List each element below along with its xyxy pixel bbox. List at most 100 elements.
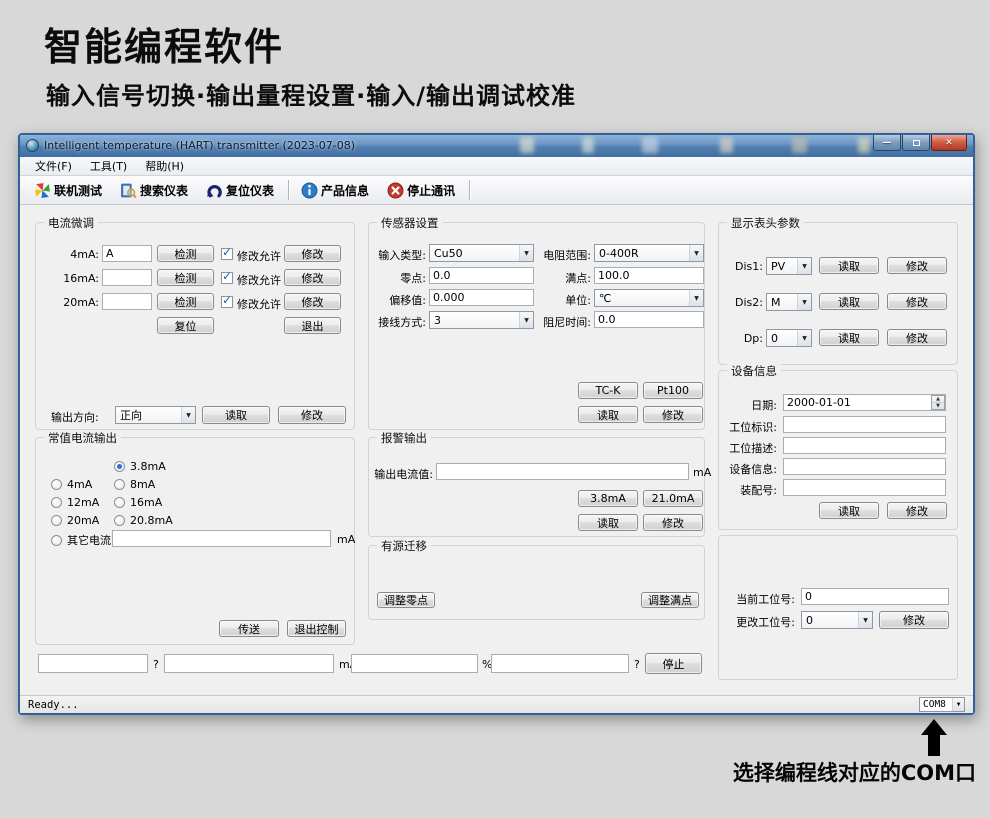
radio-16ma[interactable]: 16mA — [114, 496, 162, 509]
sensor-modify-button[interactable]: 修改 — [643, 406, 703, 423]
trim-16ma-input[interactable] — [102, 269, 152, 286]
radio-20-8ma[interactable]: 20.8mA — [114, 514, 173, 527]
spin-down-icon[interactable]: ▼ — [932, 402, 944, 409]
online-test-button[interactable]: 联机测试 — [28, 180, 108, 201]
com-port-select[interactable]: COM8 ▼ — [919, 697, 965, 712]
trim-16ma-allow-label: 修改允许 — [237, 272, 281, 288]
tag-input[interactable] — [783, 416, 946, 433]
trim-20ma-label: 20mA: — [44, 296, 99, 309]
minimize-button[interactable]: — — [873, 135, 901, 151]
station-panel: 当前工位号: 更改工位号: 0 ▼ 修改 — [718, 535, 958, 680]
unit-select[interactable]: ℃ ▼ — [594, 289, 704, 307]
chevron-down-icon: ▼ — [952, 698, 964, 711]
device-info-input[interactable] — [783, 458, 946, 475]
trim-20ma-input[interactable] — [102, 293, 152, 310]
zero-point-input[interactable] — [429, 267, 534, 284]
trim-reset-button[interactable]: 复位 — [157, 317, 214, 334]
input-type-select[interactable]: Cu50 ▼ — [429, 244, 534, 262]
radio-12ma[interactable]: 12mA — [51, 496, 99, 509]
output-direction-select[interactable]: 正向 ▼ — [115, 406, 196, 424]
stop-button[interactable]: 停止 — [645, 653, 702, 674]
station-modify-button[interactable]: 修改 — [879, 611, 949, 629]
maximize-button[interactable] — [902, 135, 930, 151]
menu-help[interactable]: 帮助(H) — [136, 156, 193, 176]
resistance-range-value: 0-400R — [599, 247, 639, 260]
damping-label: 阻尼时间: — [537, 314, 591, 330]
alarm-read-button[interactable]: 读取 — [578, 514, 638, 531]
trim-exit-button[interactable]: 退出 — [284, 317, 341, 334]
dp-select[interactable]: 0 ▼ — [766, 329, 812, 347]
alarm-current-input[interactable] — [436, 463, 689, 480]
trim-4ma-allow-checkbox[interactable]: ✓ — [221, 248, 233, 260]
tag-label: 工位标识: — [719, 419, 777, 435]
other-current-input[interactable] — [112, 530, 331, 547]
date-input[interactable] — [783, 394, 946, 411]
window-titlebar[interactable]: Intelligent temperature (HART) transmitt… — [20, 135, 973, 157]
current-station-input[interactable] — [801, 588, 949, 605]
radio-4ma[interactable]: 4mA — [51, 478, 92, 491]
chevron-down-icon: ▼ — [181, 407, 195, 423]
radio-other-current[interactable]: 其它电流 — [51, 532, 111, 548]
menu-file[interactable]: 文件(F) — [26, 156, 81, 176]
dis2-modify-button[interactable]: 修改 — [887, 293, 947, 310]
dis2-select[interactable]: M ▼ — [766, 293, 812, 311]
reset-arrow-icon — [206, 182, 223, 199]
radio-3-8ma[interactable]: 3.8mA — [114, 460, 166, 473]
resistance-range-select[interactable]: 0-400R ▼ — [594, 244, 704, 262]
dis1-read-button[interactable]: 读取 — [819, 257, 879, 274]
assembly-input[interactable] — [783, 479, 946, 496]
monitor-input-3[interactable] — [351, 654, 478, 673]
glass-blur-shape — [582, 137, 594, 153]
output-direction-modify-button[interactable]: 修改 — [278, 406, 346, 424]
search-meter-button[interactable]: 搜索仪表 — [114, 180, 194, 201]
trim-20ma-modify-button[interactable]: 修改 — [284, 293, 341, 310]
monitor-input-2[interactable] — [164, 654, 334, 673]
radio-20ma[interactable]: 20mA — [51, 514, 99, 527]
adjust-zero-button[interactable]: 调整零点 — [377, 592, 435, 608]
send-button[interactable]: 传送 — [219, 620, 279, 637]
wiring-select[interactable]: 3 ▼ — [429, 311, 534, 329]
trim-20ma-allow-checkbox[interactable]: ✓ — [221, 296, 233, 308]
pt100-button[interactable]: Pt100 — [643, 382, 703, 399]
trim-20ma-detect-button[interactable]: 检测 — [157, 293, 214, 310]
dp-modify-button[interactable]: 修改 — [887, 329, 947, 346]
trim-16ma-detect-button[interactable]: 检测 — [157, 269, 214, 286]
trim-4ma-detect-button[interactable]: 检测 — [157, 245, 214, 262]
product-info-button[interactable]: 产品信息 — [295, 180, 375, 201]
adjust-full-button[interactable]: 调整满点 — [641, 592, 699, 608]
device-info-label: 设备信息: — [719, 461, 777, 477]
alarm-high-button[interactable]: 21.0mA — [643, 490, 703, 507]
exit-control-button[interactable]: 退出控制 — [287, 620, 346, 637]
date-spinner[interactable]: ▲▼ — [931, 395, 945, 410]
tck-button[interactable]: TC-K — [578, 382, 638, 399]
dis1-select[interactable]: PV ▼ — [766, 257, 812, 275]
radio-8ma[interactable]: 8mA — [114, 478, 155, 491]
output-direction-read-button[interactable]: 读取 — [202, 406, 270, 424]
device-modify-button[interactable]: 修改 — [887, 502, 947, 519]
trim-16ma-modify-button[interactable]: 修改 — [284, 269, 341, 286]
offset-input[interactable] — [429, 289, 534, 306]
full-point-input[interactable] — [594, 267, 704, 284]
dp-read-button[interactable]: 读取 — [819, 329, 879, 346]
change-station-select[interactable]: 0 ▼ — [801, 611, 873, 629]
sensor-read-button[interactable]: 读取 — [578, 406, 638, 423]
monitor-input-1[interactable] — [38, 654, 148, 673]
monitor-input-4[interactable] — [491, 654, 629, 673]
stop-comm-button[interactable]: 停止通讯 — [381, 180, 461, 201]
trim-4ma-input[interactable] — [102, 245, 152, 262]
status-bar: Ready... COM8 ▼ — [20, 695, 973, 713]
radio-20ma-label: 20mA — [67, 514, 99, 527]
alarm-low-button[interactable]: 3.8mA — [578, 490, 638, 507]
dis1-modify-button[interactable]: 修改 — [887, 257, 947, 274]
glass-blur-shape — [520, 137, 534, 153]
close-button[interactable]: ✕ — [931, 135, 967, 151]
alarm-modify-button[interactable]: 修改 — [643, 514, 703, 531]
trim-4ma-modify-button[interactable]: 修改 — [284, 245, 341, 262]
desc-input[interactable] — [783, 437, 946, 454]
device-read-button[interactable]: 读取 — [819, 502, 879, 519]
dis2-read-button[interactable]: 读取 — [819, 293, 879, 310]
damping-input[interactable] — [594, 311, 704, 328]
menu-tools[interactable]: 工具(T) — [81, 156, 136, 176]
reset-meter-button[interactable]: 复位仪表 — [200, 180, 280, 201]
trim-16ma-allow-checkbox[interactable]: ✓ — [221, 272, 233, 284]
